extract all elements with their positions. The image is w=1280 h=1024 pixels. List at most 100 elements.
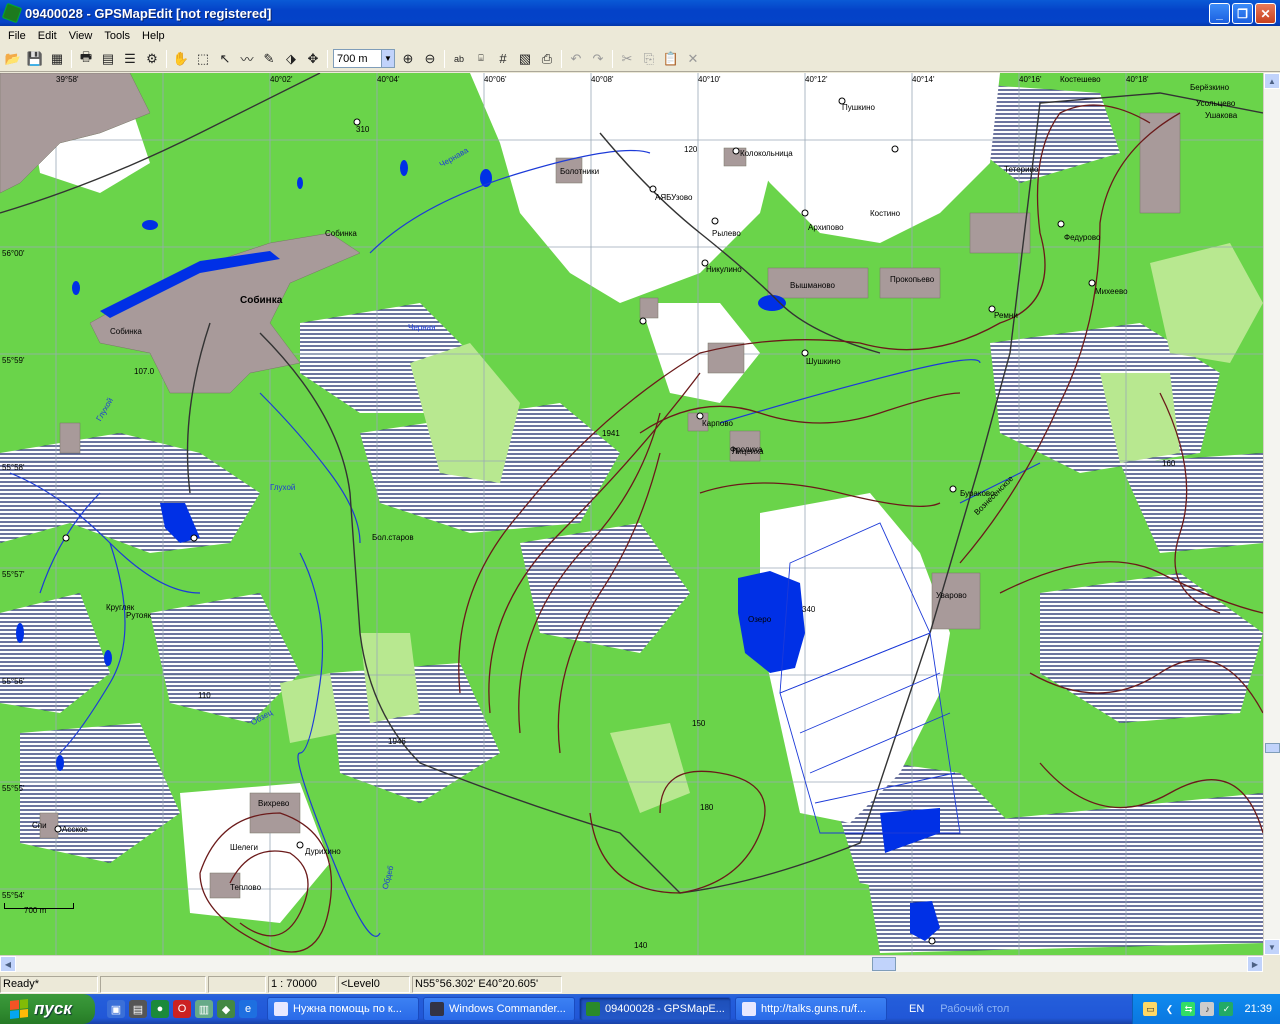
map-svg: [0, 73, 1263, 955]
delete-icon[interactable]: ✕: [682, 48, 704, 70]
gpsmapedit-icon[interactable]: ◆: [217, 1000, 235, 1018]
menu-help[interactable]: Help: [136, 30, 171, 42]
minimize-button[interactable]: _: [1209, 3, 1230, 24]
browser-icon[interactable]: ●: [151, 1000, 169, 1018]
vertical-scroll-thumb[interactable]: [1265, 743, 1280, 753]
task-button-active[interactable]: 09400028 - GPSMapE...: [579, 997, 731, 1021]
start-button[interactable]: пуск: [0, 994, 95, 1024]
status-coordinates: N55°56.302' E40°20.605': [412, 975, 562, 993]
status-bar: Ready* 1 : 70000 <Level0 N55°56.302' E40…: [0, 974, 1280, 994]
zoom-out-icon[interactable]: ⊖: [419, 48, 441, 70]
task-label: Windows Commander...: [449, 1003, 566, 1015]
vertical-scrollbar[interactable]: ▲ ▼: [1263, 73, 1280, 955]
open-icon[interactable]: 📂: [2, 48, 24, 70]
toolbar: 📂 💾 ▦ 🖶 ▤ ☰ ⚙ ✋ ⬚ ↖ 〰 ✎ ⬗ ✥ 700 m ▼ ⊕ ⊖ …: [0, 46, 1280, 72]
chevron-left-icon[interactable]: ❮: [1162, 1002, 1176, 1016]
status-empty-1: [100, 975, 206, 993]
map-canvas[interactable]: 39°58' 40°02' 40°04' 40°06' 40°08' 40°10…: [0, 73, 1263, 955]
grid-icon[interactable]: #: [492, 48, 514, 70]
status-ready: Ready*: [0, 975, 98, 993]
save-icon[interactable]: 💾: [24, 48, 46, 70]
scale-select[interactable]: 700 m ▼: [333, 49, 395, 68]
save-as-icon[interactable]: ▦: [46, 48, 68, 70]
clock: 21:39: [1244, 1003, 1272, 1015]
paste-object-icon[interactable]: ⎙: [536, 48, 558, 70]
toolbar-separator: [166, 49, 167, 68]
status-level: <Level0: [338, 975, 410, 993]
measure-icon[interactable]: ⚙: [141, 48, 163, 70]
zoom-rect-icon[interactable]: ⬚: [192, 48, 214, 70]
opera-icon[interactable]: O: [173, 1000, 191, 1018]
node-icon[interactable]: ✎: [258, 48, 280, 70]
scroll-up-icon[interactable]: ▲: [1264, 73, 1280, 89]
status-scale: 1 : 70000: [268, 975, 336, 993]
toolbar-separator: [561, 49, 562, 68]
horizontal-scroll-thumb[interactable]: [872, 957, 896, 971]
task-button[interactable]: Windows Commander...: [423, 997, 575, 1021]
show-desktop-icon[interactable]: ▣: [107, 1000, 125, 1018]
properties-icon[interactable]: ☰: [119, 48, 141, 70]
menu-tools[interactable]: Tools: [98, 30, 136, 42]
print-preview-icon[interactable]: ▤: [97, 48, 119, 70]
toolbar-separator: [327, 49, 328, 68]
cut-icon[interactable]: ✂: [616, 48, 638, 70]
scroll-right-icon[interactable]: ▶: [1247, 956, 1263, 972]
maximize-button[interactable]: ❐: [1232, 3, 1253, 24]
horizontal-scrollbar[interactable]: ◀ ▶: [0, 955, 1263, 972]
paste-icon[interactable]: 📋: [660, 48, 682, 70]
scroll-left-icon[interactable]: ◀: [0, 956, 16, 972]
menu-file[interactable]: File: [2, 30, 32, 42]
window-title: 09400028 - GPSMapEdit [not registered]: [25, 5, 272, 21]
volume-icon[interactable]: ♪: [1200, 1002, 1215, 1016]
menu-bar: File Edit View Tools Help: [0, 26, 1280, 45]
scale-value: 700 m: [337, 52, 368, 65]
copy-icon[interactable]: ⎘: [638, 48, 660, 70]
status-empty-2: [208, 975, 266, 993]
language-indicator[interactable]: EN: [909, 1003, 924, 1015]
labels-icon[interactable]: ab: [448, 48, 470, 70]
scrollbar-corner: [1263, 955, 1280, 972]
notepad-icon[interactable]: ▥: [195, 1000, 213, 1018]
task-label: 09400028 - GPSMapE...: [605, 1003, 725, 1015]
task-button[interactable]: http://talks.guns.ru/f...: [735, 997, 887, 1021]
hand-icon[interactable]: ✋: [170, 48, 192, 70]
undo-icon[interactable]: ↶: [565, 48, 587, 70]
title-bar: 09400028 - GPSMapEdit [not registered] _…: [0, 0, 1280, 26]
browser-page-icon: [742, 1002, 756, 1016]
task-button[interactable]: Нужна помощь по к...: [267, 997, 419, 1021]
desktop-toolbar-label[interactable]: Рабочий стол: [940, 1003, 1009, 1015]
menu-edit[interactable]: Edit: [32, 30, 63, 42]
polyline-icon[interactable]: 〰: [236, 48, 258, 70]
quick-launch: ▣ ▤ ● O ▥ ◆ e: [107, 1000, 257, 1018]
start-label: пуск: [34, 999, 72, 1018]
network-icon[interactable]: ⇆: [1181, 1002, 1196, 1016]
system-tray: ▭ ❮ ⇆ ♪ ✓ 21:39: [1132, 994, 1280, 1024]
taskbar: пуск ▣ ▤ ● O ▥ ◆ e Нужна помощь по к... …: [0, 994, 1280, 1024]
close-button[interactable]: ✕: [1255, 3, 1276, 24]
select-icon[interactable]: ↖: [214, 48, 236, 70]
hatch-icon[interactable]: ▧: [514, 48, 536, 70]
toolbar-separator: [71, 49, 72, 68]
task-label: Нужна помощь по к...: [293, 1003, 402, 1015]
menu-view[interactable]: View: [63, 30, 99, 42]
toolbar-separator: [444, 49, 445, 68]
task-label: http://talks.guns.ru/f...: [761, 1003, 867, 1015]
toolbar-separator: [612, 49, 613, 68]
grid-labels-icon[interactable]: ⌸: [470, 48, 492, 70]
redo-icon[interactable]: ↷: [587, 48, 609, 70]
print-icon[interactable]: 🖶: [75, 48, 97, 70]
move-icon[interactable]: ✥: [302, 48, 324, 70]
gpsmapedit-icon: [586, 1002, 600, 1016]
app-icon: [1, 2, 23, 24]
antivirus-icon[interactable]: ✓: [1219, 1002, 1234, 1016]
transform-icon[interactable]: ⬗: [280, 48, 302, 70]
folder-icon[interactable]: ▭: [1143, 1002, 1158, 1016]
scroll-down-icon[interactable]: ▼: [1264, 939, 1280, 955]
total-commander-icon[interactable]: ▤: [129, 1000, 147, 1018]
windows-logo-icon: [10, 999, 28, 1019]
chevron-down-icon[interactable]: ▼: [381, 50, 394, 67]
internet-explorer-icon[interactable]: e: [239, 1000, 257, 1018]
zoom-in-icon[interactable]: ⊕: [397, 48, 419, 70]
total-commander-icon: [430, 1002, 444, 1016]
document-icon: [274, 1002, 288, 1016]
